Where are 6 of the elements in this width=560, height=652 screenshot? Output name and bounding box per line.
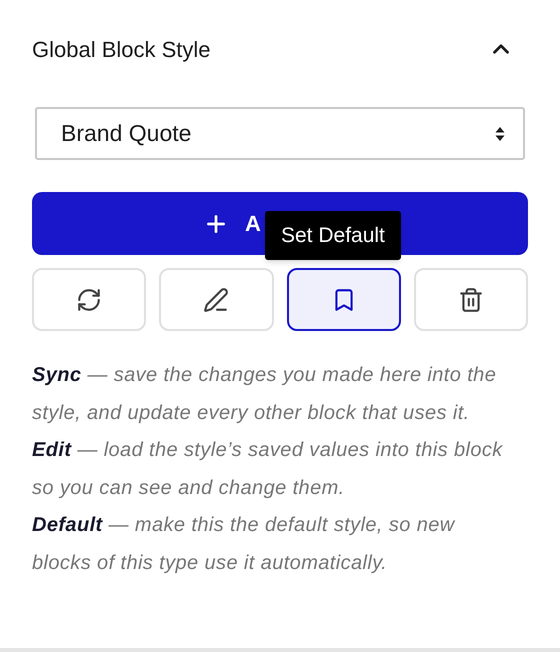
tooltip: Set Default: [265, 211, 401, 260]
help-text: Edit — load the style’s saved values into this block so you can see and change them.: [32, 438, 504, 500]
section-title: Global Block Style: [32, 36, 211, 64]
select-value: Brand Quote: [61, 119, 192, 148]
help-text: Sync — save the changes you made here into the style, and update every other block that uses it.: [32, 363, 498, 426]
help-text: Default — make this the default style, so new blocks of this type use it automatically.: [32, 513, 456, 576]
